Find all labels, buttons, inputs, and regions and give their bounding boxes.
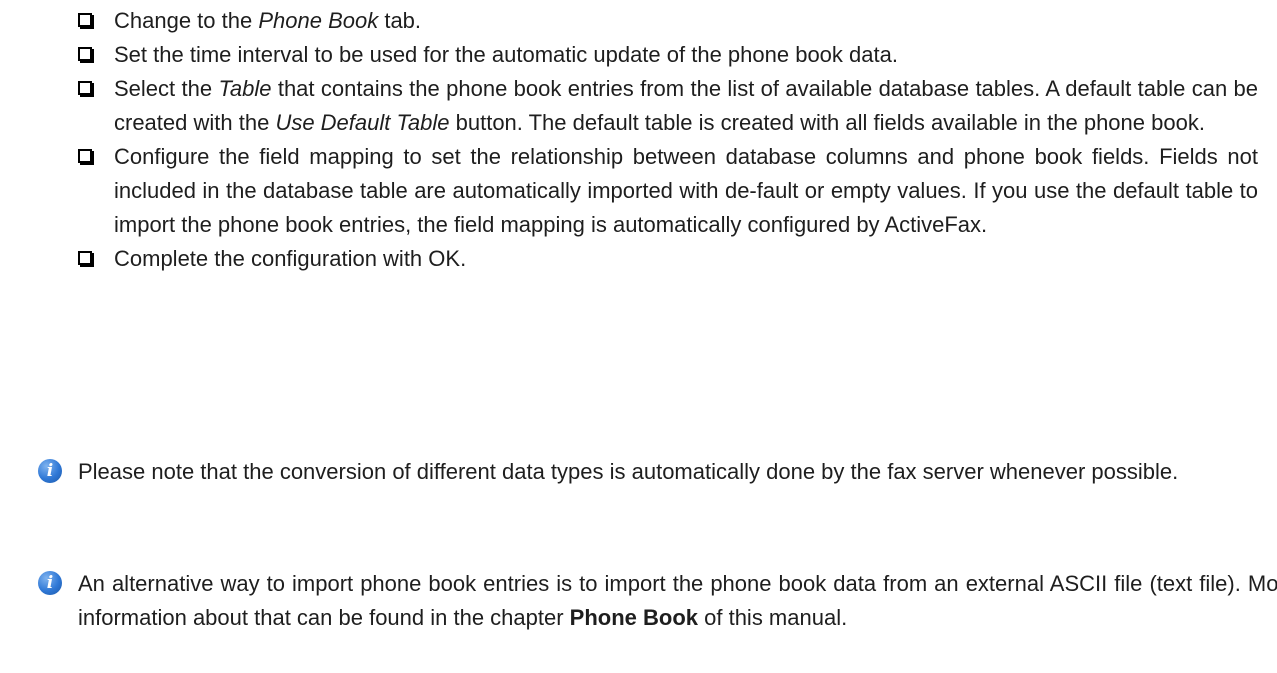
note-text: Please note that the conversion of diffe… (78, 459, 1179, 484)
chapter-reference: Phone Book (569, 605, 699, 630)
step-text: tab. (378, 8, 422, 33)
step-text: Set the time interval to be used for the… (114, 42, 898, 67)
list-item: Set the time interval to be used for the… (78, 38, 1258, 72)
step-text: Configure the field mapping to set the r… (114, 144, 1258, 237)
step-text: Change to the (114, 8, 259, 33)
step-emphasis: Use Default Table (275, 110, 450, 135)
step-emphasis: Table (218, 76, 272, 101)
checkbox-icon (78, 149, 92, 163)
checkbox-icon (78, 47, 92, 61)
list-item: Complete the configuration with OK. (78, 242, 1258, 276)
checkbox-icon (78, 251, 92, 265)
list-item: Configure the field mapping to set the r… (78, 140, 1258, 242)
info-note: i An alternative way to import phone boo… (38, 567, 1277, 635)
step-checklist: Change to the Phone Book tab. Set the ti… (78, 4, 1258, 276)
checkbox-icon (78, 13, 92, 27)
list-item: Select the Table that contains the phone… (78, 72, 1258, 140)
step-text: Complete the configuration with OK. (114, 246, 467, 271)
manual-page: Change to the Phone Book tab. Set the ti… (0, 0, 1277, 673)
step-text: Select the (114, 76, 219, 101)
step-text: button. The default table is created wit… (449, 110, 1205, 135)
note-text: of this manual. (698, 605, 848, 630)
step-emphasis: Phone Book (258, 8, 379, 33)
info-icon: i (38, 571, 62, 595)
info-note: i Please note that the conversion of dif… (38, 455, 1277, 489)
list-item: Change to the Phone Book tab. (78, 4, 1258, 38)
info-icon: i (38, 459, 62, 483)
checkbox-icon (78, 81, 92, 95)
